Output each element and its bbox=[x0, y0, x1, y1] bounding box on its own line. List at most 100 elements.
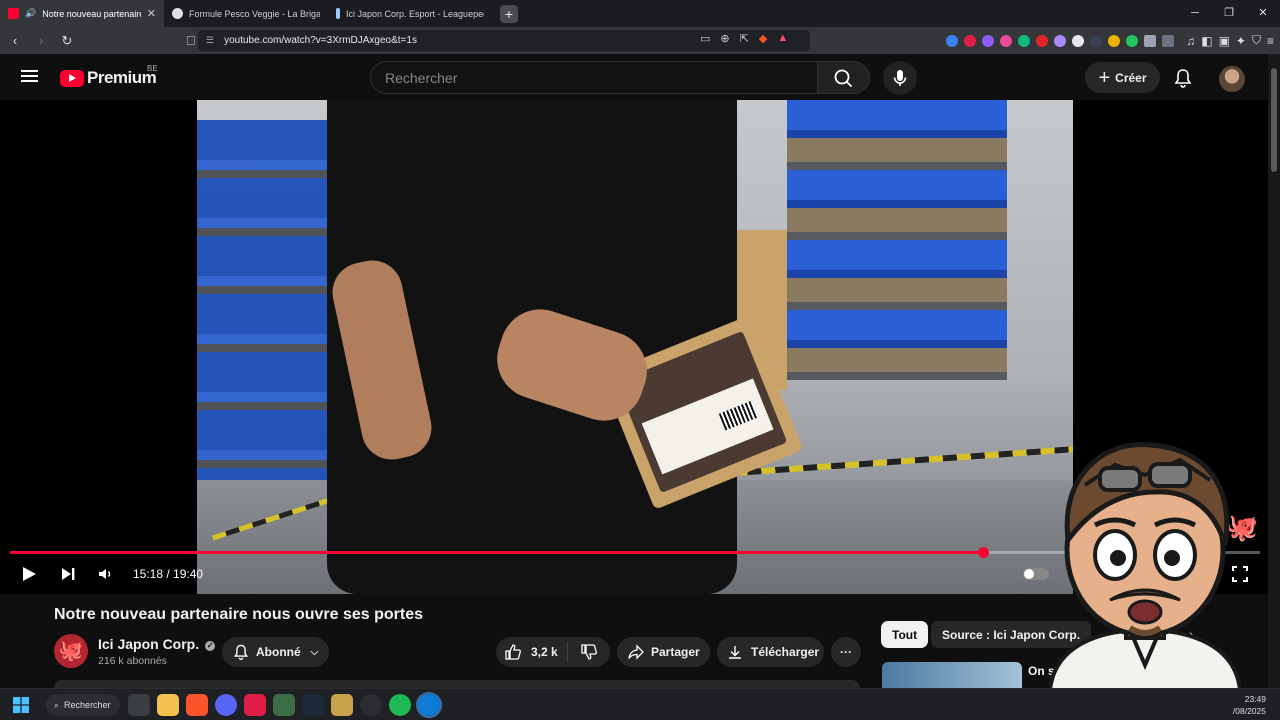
page-scrollbar[interactable] bbox=[1268, 54, 1280, 688]
extension-3-icon[interactable] bbox=[982, 34, 995, 47]
extension-7-icon[interactable] bbox=[1054, 34, 1067, 47]
search-button[interactable] bbox=[818, 61, 870, 94]
windows-start-icon[interactable] bbox=[13, 697, 29, 713]
tab-title: Notre nouveau partenaire nous ouvre ses … bbox=[42, 8, 141, 19]
progress-played bbox=[10, 551, 983, 554]
guide-menu-icon[interactable] bbox=[21, 70, 38, 82]
new-tab-button[interactable]: + bbox=[500, 4, 518, 23]
share-arrow-icon bbox=[628, 644, 644, 660]
search-input[interactable] bbox=[370, 61, 818, 94]
video-frame bbox=[197, 100, 1073, 594]
speaker-icon[interactable]: 🔊 bbox=[25, 8, 36, 19]
obs-icon[interactable] bbox=[360, 694, 382, 716]
browser-tab-youtube[interactable]: 🔊 Notre nouveau partenaire nous ouvre se… bbox=[0, 0, 164, 27]
music-icon[interactable]: ♫ bbox=[1186, 34, 1195, 48]
close-window-button[interactable]: ✕ bbox=[1246, 0, 1280, 27]
extensions-bar: ♫ ◧ ▣ ✦ ⛉ ≡ bbox=[946, 27, 1274, 54]
taskbar-search[interactable]: ⌕ Rechercher bbox=[46, 694, 120, 716]
dislike-button[interactable] bbox=[568, 643, 598, 661]
brave-rewards-icon[interactable]: ▲ bbox=[777, 32, 788, 45]
window-controls: ─ ❐ ✕ bbox=[1178, 0, 1280, 27]
spotify-icon[interactable] bbox=[389, 694, 411, 716]
puzzle-extensions-icon[interactable] bbox=[1144, 34, 1157, 47]
extension-10-icon[interactable] bbox=[1108, 34, 1121, 47]
tab-title: Formule Pesco Veggie - La Brigade de Bui… bbox=[189, 8, 320, 19]
thumbs-up-icon bbox=[505, 644, 521, 660]
play-button[interactable] bbox=[20, 564, 38, 584]
more-actions-button[interactable]: ··· bbox=[831, 637, 861, 667]
youtube-header: Premium BE + Créer bbox=[0, 54, 1268, 100]
menu-icon[interactable]: ≡ bbox=[1267, 34, 1274, 48]
video-scene-bins-right bbox=[787, 100, 1007, 380]
voice-search-button[interactable] bbox=[883, 61, 917, 95]
cast-icon[interactable]: ▭ bbox=[700, 32, 710, 45]
channel-name[interactable]: Ici Japon Corp. bbox=[98, 636, 199, 652]
streamer-cartoon-avatar bbox=[1047, 441, 1243, 690]
screen: 🔊 Notre nouveau partenaire nous ouvre se… bbox=[0, 0, 1280, 720]
extension-6-icon[interactable] bbox=[1036, 34, 1049, 47]
site-info-icon[interactable]: ☰ bbox=[206, 35, 214, 46]
app-green-icon[interactable] bbox=[273, 694, 295, 716]
channel-name-row[interactable]: Ici Japon Corp. ✓ bbox=[98, 636, 216, 652]
video-scene-bins-left bbox=[197, 120, 347, 520]
edge-icon[interactable] bbox=[416, 692, 442, 718]
related-video-thumbnail[interactable] bbox=[882, 662, 1022, 688]
discord-icon[interactable] bbox=[215, 694, 237, 716]
zoom-icon[interactable]: ⊕ bbox=[720, 32, 729, 45]
time-display: 15:18 / 19:40 bbox=[133, 567, 204, 581]
task-view-icon[interactable] bbox=[128, 694, 150, 716]
brave-browser-icon[interactable] bbox=[186, 694, 208, 716]
mute-button[interactable] bbox=[97, 564, 115, 584]
youtube-premium-logo[interactable]: Premium BE bbox=[60, 64, 158, 88]
leaguepedia-favicon-icon bbox=[336, 8, 340, 19]
account-avatar[interactable] bbox=[1219, 66, 1245, 92]
youtube-play-logo-icon bbox=[60, 69, 84, 87]
download-button[interactable]: Télécharger bbox=[717, 637, 824, 667]
extension-1-icon[interactable] bbox=[946, 34, 959, 47]
app-red-icon[interactable] bbox=[244, 694, 266, 716]
browser-tab-leaguepedia[interactable]: Ici Japon Corp. Esport - Leaguepedia bbox=[328, 0, 492, 27]
scrubber-handle[interactable] bbox=[977, 547, 989, 558]
extension-11-icon[interactable] bbox=[1126, 34, 1139, 47]
brave-shield-icon[interactable]: ◆ bbox=[759, 32, 767, 45]
leo-ai-icon[interactable]: ✦ bbox=[1236, 34, 1246, 48]
league-client-icon[interactable] bbox=[331, 694, 353, 716]
forward-icon[interactable]: › bbox=[30, 33, 52, 48]
close-tab-icon[interactable]: ✕ bbox=[147, 7, 156, 20]
tab-title: Ici Japon Corp. Esport - Leaguepedia bbox=[346, 8, 484, 19]
minimize-button[interactable]: ─ bbox=[1178, 0, 1212, 27]
thumbs-down-icon bbox=[581, 644, 597, 660]
file-explorer-icon[interactable] bbox=[157, 694, 179, 716]
reload-icon[interactable]: ↻ bbox=[56, 33, 78, 49]
vpn-icon[interactable]: ⛉ bbox=[1252, 33, 1261, 48]
system-clock[interactable]: 23:49 /08/2025 bbox=[1233, 693, 1266, 717]
chip-all[interactable]: Tout bbox=[881, 621, 929, 648]
steam-icon[interactable] bbox=[302, 694, 324, 716]
extension-4-icon[interactable] bbox=[1000, 34, 1013, 47]
youtube-favicon-icon bbox=[8, 8, 19, 19]
download-icon bbox=[729, 646, 741, 659]
like-button[interactable]: 3,2 k bbox=[496, 642, 568, 662]
restore-button[interactable]: ❐ bbox=[1212, 0, 1246, 27]
notifications-bell-icon[interactable] bbox=[1172, 67, 1194, 89]
share-button[interactable]: Partager bbox=[617, 637, 710, 667]
browser-tab-buitoni[interactable]: Formule Pesco Veggie - La Brigade de Bui… bbox=[164, 0, 328, 27]
next-button[interactable] bbox=[59, 564, 77, 584]
subscribed-button[interactable]: Abonné ⌵ bbox=[222, 637, 329, 667]
share-page-icon[interactable]: ⇱ bbox=[740, 32, 749, 45]
extension-9-icon[interactable] bbox=[1090, 34, 1103, 47]
extension-8-icon[interactable] bbox=[1072, 34, 1085, 47]
subscriber-count: 216 k abonnés bbox=[98, 655, 167, 667]
extension-5-icon[interactable] bbox=[1018, 34, 1031, 47]
play-icon bbox=[23, 567, 36, 581]
like-count: 3,2 k bbox=[531, 645, 558, 659]
channel-avatar[interactable]: 🐙 bbox=[54, 634, 88, 668]
sidebar-icon[interactable]: ◧ bbox=[1201, 34, 1212, 48]
screenshot-icon[interactable] bbox=[1162, 34, 1175, 47]
back-icon[interactable]: ‹ bbox=[4, 33, 26, 48]
wallet-icon[interactable]: ▣ bbox=[1219, 34, 1230, 48]
scrollbar-thumb[interactable] bbox=[1271, 68, 1277, 172]
extension-2-icon[interactable] bbox=[964, 34, 977, 47]
create-button[interactable]: + Créer bbox=[1085, 62, 1160, 93]
bell-icon bbox=[233, 644, 249, 660]
